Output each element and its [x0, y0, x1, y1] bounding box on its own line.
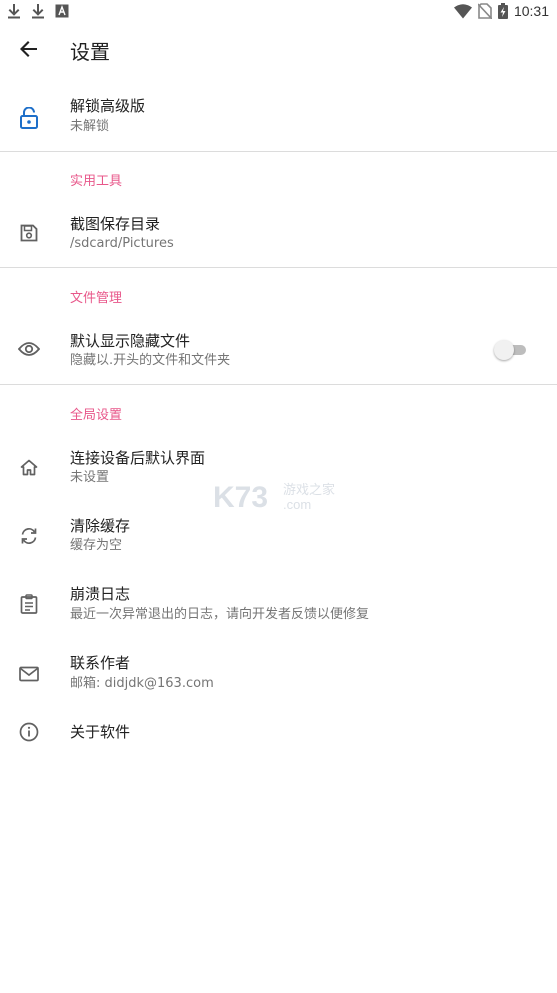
show-hidden-files-toggle[interactable] [494, 340, 526, 360]
divider [0, 267, 557, 268]
contact-author-row[interactable]: 联系作者 邮箱: didjdk@163.com [0, 644, 557, 704]
default-screen-title: 连接设备后默认界面 [70, 449, 206, 467]
status-bar: 10:31 [0, 0, 557, 22]
show-hidden-files-title: 默认显示隐藏文件 [70, 332, 191, 350]
sync-icon [17, 524, 41, 548]
toggle-thumb [494, 340, 514, 360]
watermark-brand: K73 [213, 481, 268, 514]
app-bar: 设置 [0, 22, 557, 82]
a-notification-icon [55, 4, 69, 18]
clear-cache-title: 清除缓存 [70, 517, 131, 535]
section-header-files: 文件管理 [70, 291, 123, 306]
status-right-icons: 10:31 [453, 2, 549, 20]
default-screen-subtitle: 未设置 [70, 470, 110, 485]
unlock-premium-row[interactable]: 解锁高级版 未解锁 [0, 86, 557, 150]
watermark-domain: .com [283, 497, 311, 512]
download-icon [7, 3, 21, 19]
status-left-icons [7, 3, 69, 19]
about-app-row[interactable]: 关于软件 [0, 712, 557, 752]
battery-charging-icon [497, 3, 508, 19]
about-app-title: 关于软件 [70, 723, 131, 741]
no-sim-icon [477, 3, 492, 19]
section-header-global: 全局设置 [70, 408, 123, 423]
divider [0, 151, 557, 152]
download-icon [31, 3, 45, 19]
crash-log-title: 崩溃日志 [70, 585, 131, 603]
watermark-logo: K73 游戏之家 .com [213, 478, 343, 514]
wifi-icon [453, 3, 472, 19]
divider [0, 384, 557, 385]
clear-cache-subtitle: 缓存为空 [70, 538, 123, 553]
contact-author-title: 联系作者 [70, 654, 131, 672]
lock-open-icon [17, 106, 41, 130]
contact-author-subtitle: 邮箱: didjdk@163.com [70, 676, 214, 691]
crash-log-subtitle: 最近一次异常退出的日志，请向开发者反馈以便修复 [70, 607, 370, 622]
eye-icon [17, 337, 41, 361]
screenshot-dir-subtitle: /sdcard/Pictures [70, 236, 174, 251]
unlock-premium-subtitle: 未解锁 [70, 119, 110, 134]
mail-icon [17, 662, 41, 686]
screenshot-dir-title: 截图保存目录 [70, 215, 161, 233]
show-hidden-files-row[interactable]: 默认显示隐藏文件 隐藏以.开头的文件和文件夹 [0, 320, 557, 380]
section-header-tools: 实用工具 [70, 174, 123, 189]
save-icon [17, 221, 41, 245]
show-hidden-files-subtitle: 隐藏以.开头的文件和文件夹 [70, 353, 231, 368]
status-time: 10:31 [513, 3, 549, 19]
unlock-premium-title: 解锁高级版 [70, 97, 146, 115]
watermark-tagline: 游戏之家 [283, 482, 335, 498]
arrow-back-icon [20, 40, 38, 62]
page-title: 设置 [70, 40, 110, 64]
crash-log-row[interactable]: 崩溃日志 最近一次异常退出的日志，请向开发者反馈以便修复 [0, 575, 557, 635]
clear-cache-row[interactable]: 清除缓存 缓存为空 [0, 506, 557, 566]
info-icon [17, 720, 41, 744]
screenshot-dir-row[interactable]: 截图保存目录 /sdcard/Pictures [0, 204, 557, 264]
clipboard-icon [17, 592, 41, 616]
home-icon [17, 455, 41, 479]
back-button[interactable] [14, 36, 44, 66]
